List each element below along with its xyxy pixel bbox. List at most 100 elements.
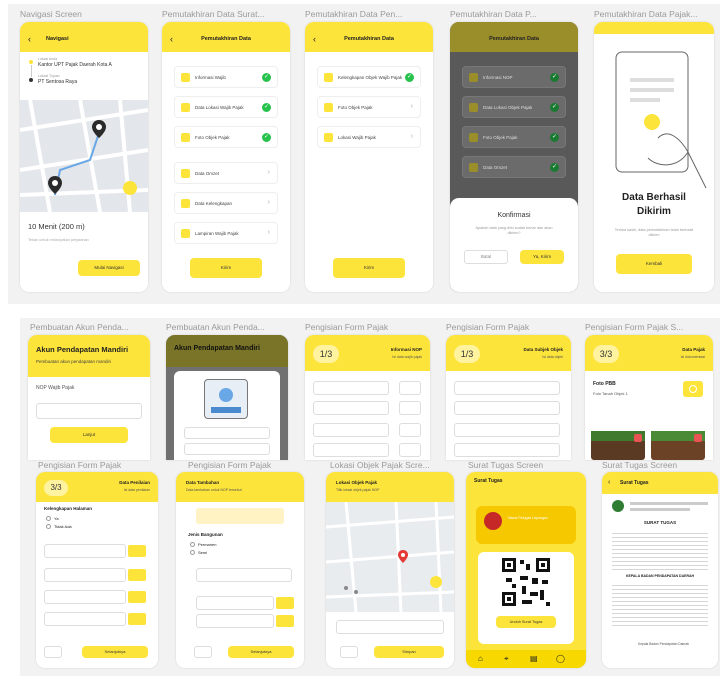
form-title: Data Pajak [682, 347, 705, 352]
bottom-nav: ⌂ ⌖ ▤ ◯ [466, 650, 586, 668]
next-button[interactable]: Selanjutnya [82, 646, 148, 658]
submit-button[interactable]: Kirim [333, 258, 405, 278]
update-header: Pemutakhiran Data [450, 22, 578, 52]
list-item[interactable]: Data Lokasi Wajib Pajak ✓ [174, 96, 278, 118]
map-view[interactable] [20, 100, 148, 212]
list-item-label: Data Lokasi Objek Pajak [483, 105, 533, 110]
download-letter-button[interactable]: Unduh Surat Tugas [496, 616, 556, 628]
list-item: Data Lokasi Objek Pajak ✓ [462, 96, 566, 118]
form-subtitle: Isi data objek [542, 355, 563, 359]
save-button[interactable]: Simpan [374, 646, 444, 658]
form-field[interactable] [454, 401, 560, 415]
home-icon[interactable]: ⌂ [478, 654, 483, 663]
form-field[interactable] [313, 381, 389, 395]
step-indicator: 3/3 [44, 480, 68, 496]
screen-header: ‹ Surat Tugas [602, 472, 718, 494]
form-field[interactable] [44, 544, 126, 558]
map-pin-icon[interactable] [48, 176, 62, 196]
next-button[interactable]: Lanjut [50, 427, 128, 443]
to-value[interactable]: PT Sentosa Raya [38, 79, 77, 85]
map-pin-icon[interactable] [92, 120, 106, 140]
list-item[interactable]: Lampiran Wajib Pajak › [174, 222, 278, 244]
back-button[interactable] [340, 646, 358, 658]
map-view[interactable] [326, 502, 454, 612]
form-field[interactable] [313, 423, 389, 437]
list-item[interactable]: Data Omzet › [174, 162, 278, 184]
account-header: Akun Pendapatan Mandiri [166, 335, 288, 367]
signature-text: Kepala Badan Pendapatan Daerah [638, 642, 690, 646]
photo-thumbnail[interactable] [591, 431, 645, 460]
profile-icon[interactable]: ◯ [556, 654, 565, 663]
delete-icon[interactable] [634, 434, 642, 442]
tax-form-screen: Data Tambahan Data tambahan untuk NOP te… [176, 472, 304, 668]
next-button[interactable]: Selanjutnya [228, 646, 294, 658]
photo-thumbnail[interactable] [651, 431, 705, 460]
update-header: ‹ Pemutakhiran Data [162, 22, 290, 52]
tax-form-screen: 3/3 Data Penilaian Isi data penilaian Ke… [36, 472, 158, 668]
nav-header: ‹ Navigasi [20, 22, 148, 52]
screen-title: Surat Tugas Screen [602, 460, 678, 470]
back-button[interactable] [194, 646, 212, 658]
form-subtitle: Data tambahan untuk NOP tersebut [186, 488, 242, 492]
form-field[interactable] [399, 423, 421, 437]
location-subtitle: Titik lokasi objek pajak NOP [336, 488, 380, 492]
form-field[interactable] [399, 443, 421, 457]
document-icon[interactable]: ▤ [530, 654, 538, 663]
list-item[interactable]: Data Kelengkapan › [174, 192, 278, 214]
radio-button[interactable] [46, 524, 51, 529]
confirm-button[interactable]: Ya, Kirim [520, 250, 564, 264]
list-item[interactable]: Foto Objek Pajak ✓ [174, 126, 278, 148]
radio-button[interactable] [190, 550, 195, 555]
tax-form-screen: 3/3 Data Pajak Isi dokumentasi Foto PBB … [585, 335, 713, 460]
to-label: Lokasi Tujuan [38, 74, 60, 78]
from-value[interactable]: Kantor UPT Pajak Daerah Kota A [38, 62, 112, 68]
list-item[interactable]: Kelengkapan Objek Wajib Pajak ✓ [317, 66, 421, 88]
submit-button[interactable]: Kirim [190, 258, 262, 278]
form-field[interactable] [196, 614, 274, 628]
form-field[interactable] [184, 427, 270, 439]
account-header: Akun Pendapatan Mandiri Pembuatan akun p… [28, 335, 150, 377]
form-field[interactable] [454, 381, 560, 395]
radio-button[interactable] [46, 516, 51, 521]
address-field[interactable] [336, 620, 444, 634]
form-field[interactable] [399, 401, 421, 415]
form-title: Informasi NOP [390, 347, 422, 352]
form-field[interactable] [454, 443, 560, 457]
form-field[interactable] [313, 443, 389, 457]
form-field[interactable] [313, 401, 389, 415]
step-indicator: 1/3 [313, 345, 339, 363]
back-home-button[interactable]: Kembali [616, 254, 692, 274]
list-item: Data Omzet ✓ [462, 156, 566, 178]
form-field[interactable] [44, 568, 126, 582]
form-field[interactable] [399, 381, 421, 395]
form-field[interactable] [184, 443, 270, 455]
assignment-letter-screen: ‹ Surat Tugas SURAT TUGAS KEPALA BADAN P… [602, 472, 718, 668]
list-item[interactable]: Lokasi Wajib Pajak › [317, 126, 421, 148]
list-item-label: Kelengkapan Objek Wajib Pajak [338, 75, 403, 80]
account-header-title: Akun Pendapatan Mandiri [174, 345, 260, 352]
map-icon[interactable]: ⌖ [504, 654, 509, 664]
form-field[interactable] [44, 612, 126, 626]
form-field[interactable] [44, 590, 126, 604]
account-header-title: Akun Pendapatan Mandiri [36, 345, 129, 354]
eta-subtext: Tekan untuk melanjutkan perjalanan [28, 238, 89, 242]
form-field[interactable] [454, 423, 560, 437]
back-arrow-icon[interactable]: ‹ [608, 479, 610, 486]
unit-badge [128, 545, 146, 557]
list-item[interactable]: Informasi Wajib ✓ [174, 66, 278, 88]
list-item[interactable]: Foto Objek Pajak › [317, 96, 421, 118]
back-arrow-icon[interactable]: ‹ [28, 34, 31, 44]
nop-input[interactable] [36, 403, 142, 419]
screen-title: Surat Tugas Screen [468, 460, 544, 470]
cancel-button[interactable]: Batal [464, 250, 508, 264]
select-field[interactable] [196, 568, 292, 582]
list-item-label: Data Lokasi Wajib Pajak [195, 105, 244, 110]
back-button[interactable] [44, 646, 62, 658]
delete-icon[interactable] [694, 434, 702, 442]
location-pin-icon[interactable] [398, 550, 408, 565]
chevron-right-icon: › [410, 133, 413, 140]
form-field[interactable] [196, 596, 274, 610]
camera-icon[interactable] [683, 381, 703, 397]
start-navigation-button[interactable]: Mulai Navigasi [78, 260, 140, 276]
radio-button[interactable] [190, 542, 195, 547]
